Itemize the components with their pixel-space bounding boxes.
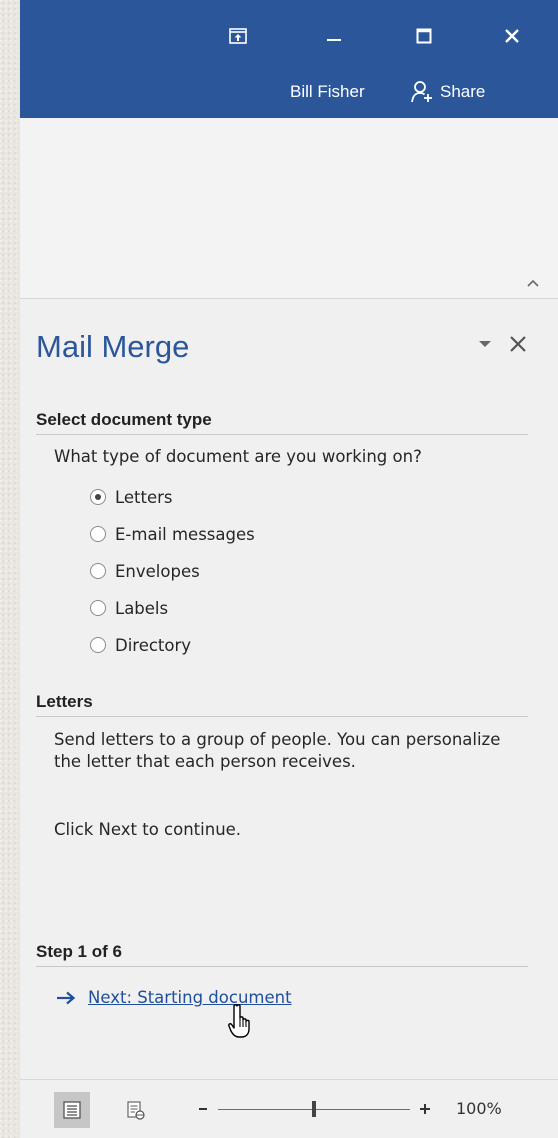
title-bar: Bill Fisher Share [20, 0, 558, 118]
hand-pointer-icon [228, 1004, 250, 1038]
radio-directory[interactable]: Directory [90, 632, 191, 658]
description-heading: Letters [36, 692, 528, 717]
minimize-button[interactable] [314, 16, 354, 56]
pane-title: Mail Merge [36, 329, 190, 364]
radio-label: Envelopes [115, 561, 200, 581]
next-link-text[interactable]: Next: Starting document [88, 988, 292, 1007]
close-button[interactable] [492, 16, 532, 56]
zoom-level[interactable]: 100% [456, 1099, 502, 1118]
radio-letters[interactable]: Letters [90, 484, 173, 510]
maximize-button[interactable] [404, 16, 444, 56]
maximize-icon [416, 28, 432, 44]
zoom-out-icon[interactable] [196, 1102, 210, 1116]
share-label: Share [440, 82, 486, 101]
radio-button[interactable] [90, 637, 106, 653]
radio-label: Directory [115, 635, 192, 655]
chevron-up-icon[interactable] [524, 276, 542, 290]
ribbon-display-options-icon [229, 28, 247, 44]
print-layout-button[interactable] [54, 1092, 90, 1128]
instruction-text: Click Next to continue. [54, 820, 242, 839]
arrow-right-icon [57, 991, 76, 1004]
radio-label: Letters [115, 487, 173, 507]
radio-email-messages[interactable]: E-mail messages [90, 521, 255, 547]
radio-button[interactable] [90, 600, 106, 616]
ribbon-display-options-button[interactable] [218, 16, 258, 56]
step-indicator: Step 1 of 6 [36, 942, 528, 967]
web-layout-button[interactable] [118, 1092, 154, 1128]
triangle-down-icon[interactable] [478, 339, 492, 349]
web-layout-icon [127, 1101, 145, 1120]
radio-labels[interactable]: Labels [90, 595, 168, 621]
description-text: Send letters to a group of people. You c… [54, 730, 501, 771]
share-button[interactable]: Share [410, 76, 485, 108]
radio-envelopes[interactable]: Envelopes [90, 558, 200, 584]
close-icon [505, 29, 519, 43]
radio-label: E-mail messages [115, 524, 255, 544]
radio-button[interactable] [90, 563, 106, 579]
question-text: What type of document are you working on… [54, 447, 422, 466]
radio-button[interactable] [90, 526, 106, 542]
radio-label: Labels [115, 598, 169, 618]
select-type-heading: Select document type [36, 410, 528, 435]
zoom-slider-thumb[interactable] [312, 1101, 316, 1117]
ribbon-area [20, 118, 558, 299]
status-bar: 100% [20, 1079, 558, 1138]
radio-button[interactable] [90, 489, 106, 505]
mail-merge-pane: Mail Merge Select document type What typ… [20, 299, 558, 1079]
print-layout-icon [63, 1101, 81, 1119]
person-add-icon [411, 81, 432, 103]
pane-close-icon[interactable] [508, 334, 528, 354]
user-name[interactable]: Bill Fisher [290, 82, 365, 102]
minimize-icon [327, 39, 341, 41]
word-window: Bill Fisher Share Mail Merge Select docu… [20, 0, 558, 1138]
zoom-in-icon[interactable] [418, 1102, 432, 1116]
